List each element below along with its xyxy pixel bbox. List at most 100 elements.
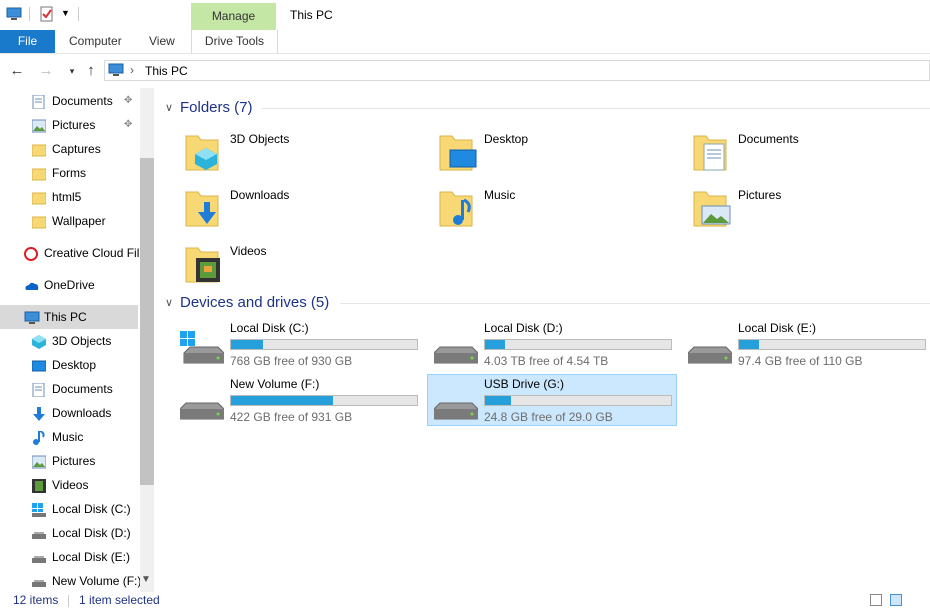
drive-local-disk-e[interactable]: Local Disk (E:) 97.4 GB free of 110 GB [687, 321, 930, 371]
sidebar-item-label: New Volume (F:) [52, 574, 142, 588]
desktop-icon [31, 358, 47, 372]
group-separator [262, 108, 930, 109]
drive-usage-bar [230, 395, 418, 406]
folder-icon [31, 214, 47, 229]
hard-drive-icon [32, 574, 46, 588]
navigation-pane: Documents ✥ Pictures ✥ Captures Forms ht… [0, 88, 154, 592]
address-bar[interactable] [104, 60, 930, 81]
sidebar-item-label: Pictures [52, 454, 96, 468]
creative-cloud-icon [24, 246, 38, 261]
drive-usage-bar [484, 395, 672, 406]
folder-documents[interactable]: Documents [692, 128, 930, 180]
folders-group-header[interactable]: Folders (7) [180, 99, 253, 116]
scroll-down-chevron-icon[interactable]: ▼ [141, 574, 151, 585]
devices-group-header[interactable]: Devices and drives (5) [180, 294, 329, 311]
3d-objects-folder-icon [184, 132, 220, 172]
documents-icon [32, 382, 46, 398]
selection-count: 1 item selected [79, 593, 160, 607]
computer-icon[interactable] [6, 6, 22, 22]
music-note-icon [32, 430, 46, 445]
customize-toolbar-icon[interactable]: ▼ [61, 8, 71, 24]
folder-pictures[interactable]: Pictures [692, 184, 930, 236]
sidebar-item-label: Downloads [52, 406, 112, 420]
collapse-chevron-icon[interactable]: ∨ [165, 101, 173, 114]
hard-drive-icon [179, 387, 225, 421]
drive-free-space: 97.4 GB free of 110 GB [738, 354, 863, 368]
breadcrumb-chevron-icon[interactable]: › [130, 63, 134, 77]
recent-locations-chevron-icon[interactable]: ▾ [62, 61, 82, 81]
drive-name: Local Disk (C:) [230, 321, 309, 335]
videos-folder-icon [184, 244, 220, 284]
sidebar-item-documents-quick[interactable]: Documents ✥ [32, 90, 142, 112]
drive-name: New Volume (F:) [230, 377, 320, 391]
drive-usb-g[interactable]: USB Drive (G:) 24.8 GB free of 29.0 GB [433, 377, 684, 427]
manage-context-tab[interactable]: Manage [191, 3, 276, 30]
forward-arrow-icon[interactable]: → [36, 61, 56, 81]
sidebar-item-label: Documents [52, 382, 113, 396]
sidebar-item-label: Music [52, 430, 84, 444]
sidebar-scrollbar-thumb[interactable] [140, 158, 154, 485]
drive-usage-bar [484, 339, 672, 350]
drive-free-space: 4.03 TB free of 4.54 TB [484, 354, 609, 368]
drive-local-disk-d[interactable]: Local Disk (D:) 4.03 TB free of 4.54 TB [433, 321, 684, 371]
sidebar-item-label: Videos [52, 478, 89, 492]
tab-view[interactable]: View [149, 30, 175, 53]
usb-drive-icon [433, 387, 479, 421]
folder-music[interactable]: Music [438, 184, 678, 236]
desktop-folder-icon [438, 132, 477, 172]
window-title: This PC [290, 8, 333, 22]
folder-label: Documents [738, 132, 799, 146]
music-folder-icon [438, 188, 474, 228]
folder-videos[interactable]: Videos [184, 240, 424, 292]
hard-drive-icon [32, 550, 46, 564]
collapse-chevron-icon[interactable]: ∨ [165, 296, 173, 309]
ribbon-tabs: File Computer View Drive Tools [0, 30, 930, 54]
properties-icon[interactable] [39, 6, 55, 22]
this-pc-icon [24, 310, 40, 324]
windows-hard-drive-icon [180, 331, 225, 365]
sidebar-item-label: Desktop [52, 358, 97, 372]
pin-icon[interactable]: ✥ [124, 90, 132, 112]
sidebar-item-label: Local Disk (E:) [52, 550, 131, 564]
folder-3d-objects[interactable]: 3D Objects [184, 128, 424, 180]
drive-local-disk-c[interactable]: Local Disk (C:) 768 GB free of 930 GB [180, 321, 430, 371]
up-arrow-icon[interactable]: ↑ [81, 61, 101, 81]
tiles-view-icon[interactable] [890, 594, 902, 606]
folder-icon [31, 190, 47, 205]
sidebar-item-label: OneDrive [44, 278, 95, 292]
drive-usage-fill [485, 396, 512, 405]
sidebar-item-label: Creative Cloud Fil [44, 246, 140, 260]
folder-label: Desktop [484, 132, 529, 146]
pictures-icon [31, 118, 47, 133]
drive-usage-bar [230, 339, 418, 350]
pin-icon[interactable]: ✥ [124, 114, 132, 136]
breadcrumb-this-pc[interactable]: This PC [145, 64, 188, 78]
title-bar: ▼ [0, 0, 930, 30]
folder-label: Videos [230, 244, 267, 258]
folder-label: Downloads [230, 188, 290, 202]
drive-name: Local Disk (E:) [738, 321, 817, 335]
folder-downloads[interactable]: Downloads [184, 184, 424, 236]
sidebar-item-label: Documents [52, 94, 113, 108]
windows-drive-icon [32, 502, 46, 517]
tab-drive-tools[interactable]: Drive Tools [191, 30, 278, 53]
back-arrow-icon[interactable]: ← [7, 61, 27, 81]
drive-new-volume-f[interactable]: New Volume (F:) 422 GB free of 931 GB [179, 377, 430, 427]
sidebar-item-label: Local Disk (C:) [52, 502, 131, 516]
sidebar-item-label: Wallpaper [52, 214, 106, 228]
tab-computer[interactable]: Computer [69, 30, 122, 53]
sidebar-item-label: This PC [44, 310, 87, 324]
sidebar-item-pictures-quick[interactable]: Pictures ✥ [31, 114, 142, 136]
details-view-icon[interactable] [870, 594, 882, 606]
tab-file[interactable]: File [0, 30, 55, 53]
drive-usage-fill [231, 340, 263, 349]
download-arrow-icon [32, 406, 46, 421]
folder-label: Pictures [738, 188, 782, 202]
3d-objects-icon [32, 334, 46, 349]
divider [68, 595, 69, 607]
folder-label: Music [484, 188, 516, 202]
folder-icon [31, 166, 47, 181]
hard-drive-icon [687, 331, 733, 365]
onedrive-cloud-icon [24, 278, 39, 292]
folder-desktop[interactable]: Desktop [438, 128, 678, 180]
